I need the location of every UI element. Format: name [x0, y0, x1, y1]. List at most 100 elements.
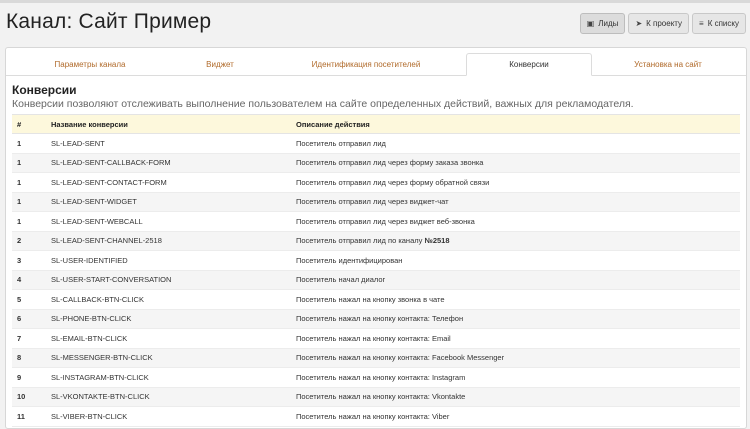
description-text: Посетитель отправил лид через виджет веб…	[296, 216, 475, 226]
column-header-name: Название конверсии	[51, 114, 296, 134]
channel-panel: Параметры канала Виджет Идентификация по…	[5, 47, 747, 429]
description-text: Посетитель идентифицирован	[296, 255, 403, 265]
row-number: 1	[12, 133, 51, 154]
table-row: 7 SL-EMAIL-BTN-CLICK Посетитель нажал на к…	[12, 328, 740, 349]
tab-channel-params[interactable]: Параметры канала	[6, 53, 174, 75]
description-text: Посетитель отправил лид	[296, 138, 386, 148]
description-text: Посетитель нажал на кнопку контакта: Fac…	[296, 353, 505, 363]
conversion-name: SL-EMAIL-BTN-CLICK	[51, 328, 296, 349]
list-icon: ≡	[699, 19, 704, 28]
description-text: Посетитель отправил лид по каналу	[296, 236, 425, 246]
conversion-description: Посетитель нажал на кнопку контакта: Vib…	[296, 406, 740, 427]
table-row: 1 SL-LEAD-SENT Посетитель отправил лид	[12, 133, 740, 154]
conversion-description: Посетитель нажал на кнопку контакта: Fac…	[296, 348, 740, 368]
conversion-name: SL-USER-IDENTIFIED	[51, 250, 296, 271]
tab-visitor-identification[interactable]: Идентификация посетителей	[266, 53, 466, 75]
to-project-button-label: К проекту	[646, 19, 683, 28]
conversion-name: SL-LEAD-SENT-WIDGET	[51, 192, 296, 212]
table-row: 5 SL-CALLBACK-BTN-CLICK Посетитель нажал н…	[12, 289, 740, 310]
row-number: 9	[12, 367, 51, 388]
conversion-name: SL-INSTAGRAM-BTN-CLICK	[51, 367, 296, 388]
conversion-description: Посетитель отправил лид через форму обра…	[296, 172, 740, 193]
table-row: 6 SL-PHONE-BTN-CLICK Посетитель нажал на к…	[12, 309, 740, 329]
table-row: 2 SL-LEAD-SENT-CHANNEL-2518 Посетитель отп…	[12, 231, 740, 251]
leads-button[interactable]: ▣ Лиды	[579, 13, 626, 34]
conversion-name: SL-MESSENGER-BTN-CLICK	[51, 348, 296, 368]
table-row: 4 SL-USER-START-CONVERSATION Посетитель на…	[12, 270, 740, 290]
conversion-description: Посетитель отправил лид	[296, 133, 740, 154]
table-body: 1 SL-LEAD-SENT Посетитель отправил лид 1 SL…	[12, 133, 740, 427]
tab-site-install[interactable]: Установка на сайт	[592, 53, 744, 75]
tab-widget[interactable]: Виджет	[174, 53, 266, 75]
row-number: 1	[12, 192, 51, 212]
description-text: Посетитель нажал на кнопку контакта: Vko…	[296, 392, 466, 402]
to-list-button[interactable]: ≡ К списку	[692, 13, 746, 34]
conversion-description: Посетитель отправил лид через форму зака…	[296, 153, 740, 173]
rocket-icon: ➤	[635, 19, 643, 28]
conversion-description: Посетитель нажал на кнопку контакта: Ins…	[296, 367, 740, 388]
conversion-description: Посетитель нажал на кнопку контакта: Тел…	[296, 309, 740, 329]
column-header-description: Описание действия	[296, 114, 740, 134]
tab-bar: Параметры канала Виджет Идентификация по…	[6, 53, 746, 76]
top-border	[0, 0, 750, 3]
description-text: Посетитель начал диалог	[296, 275, 386, 285]
row-number: 5	[12, 289, 51, 310]
row-number: 1	[12, 153, 51, 173]
row-number: 6	[12, 309, 51, 329]
row-number: 1	[12, 172, 51, 193]
section-title: Конверсии	[12, 83, 77, 97]
conversion-name: SL-VIBER-BTN-CLICK	[51, 406, 296, 427]
row-number: 4	[12, 270, 51, 290]
table-row: 1 SL-LEAD-SENT-WEBCALL Посетитель отправил…	[12, 211, 740, 232]
conversion-name: SL-LEAD-SENT-CONTACT-FORM	[51, 172, 296, 193]
leads-button-label: Лиды	[598, 19, 619, 28]
conversion-description: Посетитель отправил лид через виджет веб…	[296, 211, 740, 232]
description-text: Посетитель отправил лид через форму зака…	[296, 158, 484, 168]
table-row: 8 SL-MESSENGER-BTN-CLICK Посетитель нажал …	[12, 348, 740, 368]
description-text: Посетитель нажал на кнопку контакта: Тел…	[296, 314, 464, 324]
to-list-button-label: К списку	[707, 19, 739, 28]
conversion-name: SL-CALLBACK-BTN-CLICK	[51, 289, 296, 310]
conversion-name: SL-LEAD-SENT-CALLBACK-FORM	[51, 153, 296, 173]
table-row: 9 SL-INSTAGRAM-BTN-CLICK Посетитель нажал …	[12, 367, 740, 388]
conversion-name: SL-LEAD-SENT-WEBCALL	[51, 211, 296, 232]
conversion-name: SL-LEAD-SENT-CHANNEL-2518	[51, 231, 296, 251]
table-row: 1 SL-LEAD-SENT-WIDGET Посетитель отправил …	[12, 192, 740, 212]
conversion-description: Посетитель отправил лид через виджет-чат	[296, 192, 740, 212]
conversion-description: Посетитель идентифицирован	[296, 250, 740, 271]
description-text: Посетитель нажал на кнопку контакта: Ema…	[296, 333, 451, 343]
row-number: 7	[12, 328, 51, 349]
conversion-description: Посетитель отправил лид по каналу №2518	[296, 231, 740, 251]
conversion-description: Посетитель нажал на кнопку контакта: Ema…	[296, 328, 740, 349]
table-row: 1 SL-LEAD-SENT-CONTACT-FORM Посетитель отп…	[12, 172, 740, 193]
table-row: 10 SL-VKONTAKTE-BTN-CLICK Посетитель нажал…	[12, 387, 740, 407]
row-number: 2	[12, 231, 51, 251]
conversion-name: SL-USER-START-CONVERSATION	[51, 270, 296, 290]
column-header-number: #	[12, 114, 51, 134]
tab-conversions[interactable]: Конверсии	[466, 53, 592, 76]
description-bold: №2518	[424, 236, 450, 246]
row-number: 1	[12, 211, 51, 232]
row-number: 10	[12, 387, 51, 407]
header-buttons: ▣ Лиды ➤ К проекту ≡ К списку	[579, 13, 746, 34]
description-text: Посетитель нажал на кнопку контакта: Ins…	[296, 372, 466, 382]
conversion-name: SL-VKONTAKTE-BTN-CLICK	[51, 387, 296, 407]
description-text: Посетитель нажал на кнопку контакта: Vib…	[296, 411, 450, 421]
description-text: Посетитель отправил лид через виджет-чат	[296, 197, 449, 207]
table-row: 1 SL-LEAD-SENT-CALLBACK-FORM Посетитель от…	[12, 153, 740, 173]
row-number: 8	[12, 348, 51, 368]
description-text: Посетитель отправил лид через форму обра…	[296, 177, 490, 187]
conversion-description: Посетитель нажал на кнопку контакта: Vko…	[296, 387, 740, 407]
table-header-row: # Название конверсии Описание действия	[12, 114, 740, 134]
row-number: 11	[12, 406, 51, 427]
box-icon: ▣	[586, 19, 595, 28]
conversion-name: SL-PHONE-BTN-CLICK	[51, 309, 296, 329]
conversions-table: # Название конверсии Описание действия 1…	[12, 114, 740, 427]
section-description: Конверсии позволяют отслеживать выполнен…	[12, 98, 634, 110]
table-row: 11 SL-VIBER-BTN-CLICK Посетитель нажал на …	[12, 406, 740, 427]
to-project-button[interactable]: ➤ К проекту	[628, 13, 690, 34]
conversion-name: SL-LEAD-SENT	[51, 133, 296, 154]
conversion-description: Посетитель нажал на кнопку звонка в чате	[296, 289, 740, 310]
row-number: 3	[12, 250, 51, 271]
description-text: Посетитель нажал на кнопку звонка в чате	[296, 294, 445, 304]
